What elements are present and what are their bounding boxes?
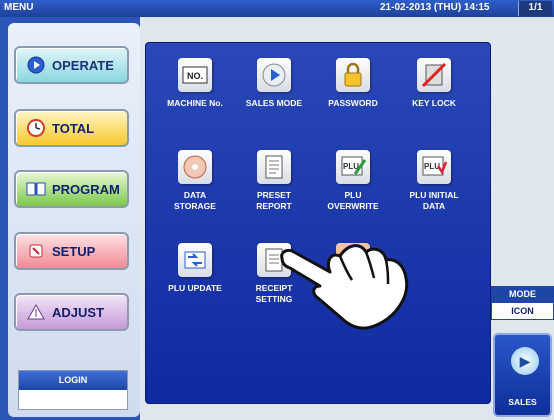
plu-initial-data-label: PLU INITIAL DATA xyxy=(409,190,459,211)
lock-icon xyxy=(336,58,370,92)
plu-overwrite-item[interactable]: PLU PLU OVERWRITE xyxy=(313,150,393,230)
sales-button[interactable]: ▶ SALES xyxy=(493,333,552,417)
operate-button[interactable]: OPERATE xyxy=(14,46,129,84)
login-box[interactable]: LOGIN xyxy=(18,370,128,410)
plu-update-label: PLU UPDATE xyxy=(168,283,222,293)
plu-initial-icon: PLU xyxy=(417,150,451,184)
icon-menu-panel: NO. MACHINE No. SALES MODE PASSWORD KEY … xyxy=(145,42,491,404)
key-lock-label: KEY LOCK xyxy=(412,98,456,108)
machine-no-icon: NO. xyxy=(178,58,212,92)
book-icon xyxy=(26,180,46,198)
plu-overwrite-label: PLU OVERWRITE xyxy=(327,190,379,211)
left-menu-panel: OPERATE TOTAL PROGRAM SETUP ADJUST LOGIN xyxy=(0,17,140,420)
password-item[interactable]: PASSWORD xyxy=(313,58,393,138)
machine-no-label: MACHINE No. xyxy=(167,98,223,108)
svg-text:NO.: NO. xyxy=(187,71,203,81)
preset-report-item[interactable]: PRESET REPORT xyxy=(234,150,314,230)
play-icon xyxy=(26,56,46,74)
data-storage-item[interactable]: DATA STORAGE xyxy=(155,150,235,230)
data-storage-label: DATA STORAGE xyxy=(174,190,216,211)
plu-update-item[interactable]: PLU UPDATE xyxy=(155,243,235,323)
total-button[interactable]: TOTAL xyxy=(14,109,129,147)
sales-mode-item[interactable]: SALES MODE xyxy=(234,58,314,138)
right-column: MODE ICON ▶ SALES xyxy=(491,17,554,420)
sales-mode-icon xyxy=(257,58,291,92)
page-indicator: 1/1 xyxy=(518,1,552,16)
sales-label: SALES xyxy=(508,397,537,407)
date-time: 21-02-2013 (THU) 14:15 xyxy=(380,2,490,13)
program-label: PROGRAM xyxy=(52,181,120,197)
plu-edit-icon: PLU xyxy=(336,150,370,184)
preset-report-label: PRESET REPORT xyxy=(256,190,292,211)
plu-initial-data-item[interactable]: PLU PLU INITIAL DATA xyxy=(394,150,474,230)
key-lock-item[interactable]: KEY LOCK xyxy=(394,58,474,138)
scale-icon xyxy=(26,303,46,321)
left-menu-inner: OPERATE TOTAL PROGRAM SETUP ADJUST LOGIN xyxy=(8,23,140,417)
mode-value: ICON xyxy=(491,302,554,320)
title-bar: MENU 21-02-2013 (THU) 14:15 1/1 xyxy=(0,0,554,17)
setup-label: SETUP xyxy=(52,243,96,259)
title-menu-label: MENU xyxy=(4,2,34,13)
setup-button[interactable]: SETUP xyxy=(14,232,129,270)
sales-mode-label: SALES MODE xyxy=(245,98,303,108)
machine-no-item[interactable]: NO. MACHINE No. xyxy=(155,58,235,138)
wrench-icon xyxy=(26,242,46,260)
mode-label: MODE xyxy=(491,286,554,302)
password-label: PASSWORD xyxy=(328,98,378,108)
plu-update-icon xyxy=(178,243,212,277)
mode-indicator[interactable]: MODE ICON xyxy=(491,286,554,320)
login-label: LOGIN xyxy=(19,371,127,390)
adjust-label: ADJUST xyxy=(52,304,105,320)
clock-icon xyxy=(26,119,46,137)
document-icon xyxy=(257,150,291,184)
program-button[interactable]: PROGRAM xyxy=(14,170,129,208)
pointing-hand-icon xyxy=(280,244,409,330)
operate-label: OPERATE xyxy=(52,57,114,73)
total-label: TOTAL xyxy=(52,120,95,136)
play-disc-icon: ▶ xyxy=(511,347,539,375)
keypad-no-icon xyxy=(417,58,451,92)
disc-icon xyxy=(178,150,212,184)
adjust-button[interactable]: ADJUST xyxy=(14,293,129,331)
